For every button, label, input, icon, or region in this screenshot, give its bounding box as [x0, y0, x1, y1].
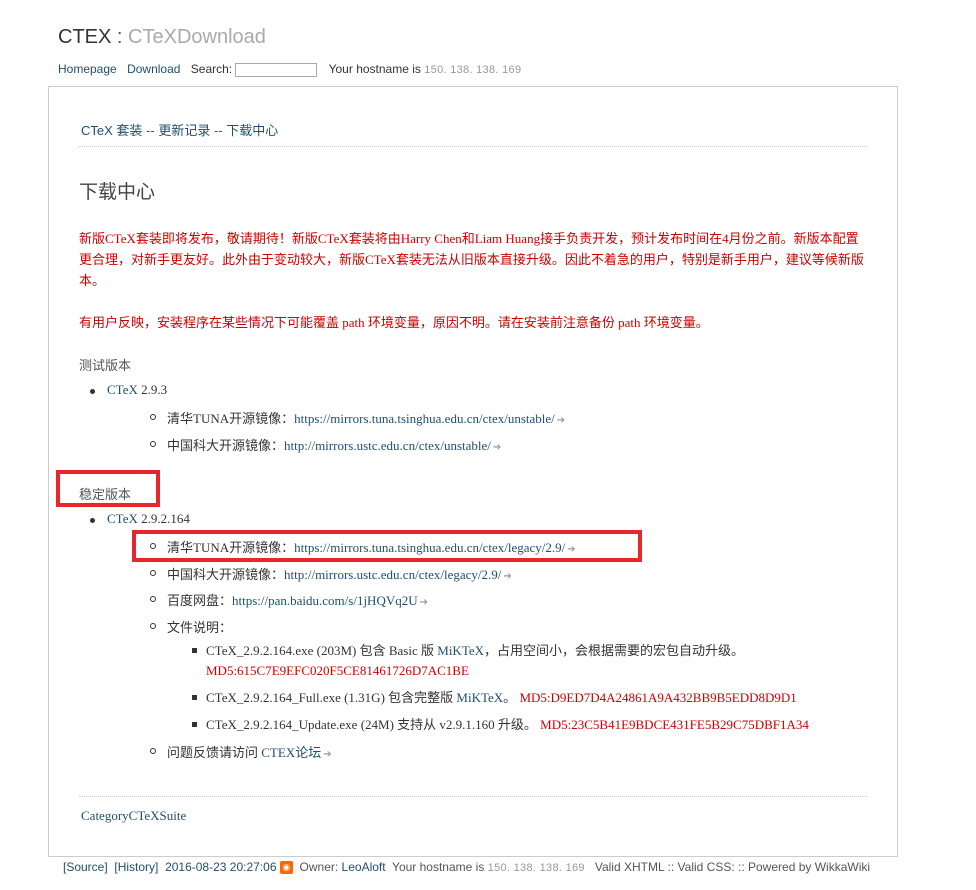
file-item: CTeX_2.9.2.164_Full.exe (1.31G) 包含完整版 Mi…: [192, 688, 846, 715]
md5-hash: MD5:615C7E9EFC020F5CE81461726D7AC1BE: [206, 663, 469, 678]
notice-new-version: 新版CTeX套装即将发布，敬请期待！新版CTeX套装将由Harry Chen和L…: [79, 231, 864, 288]
owner-link[interactable]: LeoAloft: [342, 860, 386, 874]
feedback-list: 问题反馈请访问 CTEX论坛 ➔: [150, 742, 332, 761]
breadcrumb-sep: --: [213, 123, 223, 138]
breadcrumb: CTeX 套装 -- 更新记录 -- 下载中心: [81, 120, 278, 139]
footer: [Source] [History] 2016-08-23 20:27:06 ◉…: [63, 860, 870, 875]
tuna-mirror-link[interactable]: https://mirrors.tuna.tsinghua.edu.cn/cte…: [294, 411, 555, 426]
bullet: [192, 648, 197, 653]
hostname-label: Your hostname is: [328, 62, 421, 76]
search-label: Search:: [190, 62, 233, 76]
list-item: 中国科大开源镜像：http://mirrors.ustc.edu.cn/ctex…: [150, 564, 576, 590]
page-content: CTeX 套装 -- 更新记录 -- 下载中心 下载中心 新版CTeX套装即将发…: [48, 86, 898, 857]
nav-homepage-link[interactable]: Homepage: [58, 62, 117, 76]
stable-version-list: CTeX 2.9.2.164: [90, 511, 190, 527]
page-heading: CTEX : CTeXDownload: [58, 26, 266, 49]
category-link[interactable]: CategoryCTeXSuite: [81, 808, 186, 823]
notice-path-warning: 有用户反映，安装程序在某些情况下可能覆盖 path 环境变量，原因不明。请在安装…: [79, 315, 709, 330]
mirror-label: 中国科大开源镜像：: [167, 438, 285, 453]
list-item: CTeX 2.9.3: [90, 382, 168, 398]
file-desc: CTeX_2.9.2.164.exe (203M) 包含 Basic 版: [206, 643, 438, 658]
baidu-label: 百度网盘：: [167, 593, 233, 608]
file-desc: CTeX_2.9.2.164_Update.exe (24M) 支持从 v2.9…: [206, 717, 537, 732]
breadcrumb-ctex-suite[interactable]: CTeX 套装: [81, 123, 142, 138]
list-item: CTeX 2.9.2.164: [90, 511, 190, 527]
site-header: CTEX : CTeXDownload: [58, 26, 266, 49]
breadcrumb-sep: --: [146, 123, 155, 138]
external-link-icon: ➔: [323, 749, 332, 760]
file-desc-tail: ，占用空间小，会根据需要的宏包自动升级。: [484, 643, 745, 658]
ctex-forum-link[interactable]: CTEX论坛: [261, 745, 321, 760]
files-label: 文件说明：: [167, 620, 233, 635]
miktex-link[interactable]: MiKTeX: [456, 690, 503, 705]
list-item: 中国科大开源镜像：http://mirrors.ustc.edu.cn/ctex…: [150, 435, 565, 454]
test-mirror-list: 清华TUNA开源镜像：https://mirrors.tuna.tsinghua…: [150, 408, 566, 454]
external-link-icon: ➔: [492, 442, 502, 453]
breadcrumb-download-center[interactable]: 下载中心: [226, 123, 278, 138]
divider: [79, 796, 867, 797]
site-name[interactable]: CTEX: [58, 26, 111, 48]
bullet: [192, 722, 197, 727]
miktex-link[interactable]: MiKTeX: [437, 643, 484, 658]
bullet: [150, 570, 156, 576]
bullet: [150, 748, 156, 754]
file-desc-tail: 。: [503, 690, 517, 705]
external-link-icon: ➔: [503, 571, 512, 582]
navbar: Homepage Download Search: Your hostname …: [58, 62, 521, 77]
validation-links[interactable]: Valid XHTML :: Valid CSS: :: Powered by …: [595, 860, 870, 874]
bullet: [150, 441, 156, 447]
list-item: 百度网盘：https://pan.baidu.com/s/1jHQVq2U ➔: [150, 590, 576, 617]
file-item: CTeX_2.9.2.164_Update.exe (24M) 支持从 v2.9…: [192, 715, 846, 735]
bullet: [90, 518, 95, 523]
version: 2.9.3: [141, 382, 168, 397]
external-link-icon: ➔: [419, 597, 429, 608]
list-item: 文件说明：: [150, 617, 576, 643]
feedback-label: 问题反馈请访问: [167, 745, 259, 760]
test-version-heading: 测试版本: [79, 358, 132, 373]
file-list: CTeX_2.9.2.164.exe (203M) 包含 Basic 版 MiK…: [192, 641, 846, 735]
md5-hash: MD5:D9ED7D4A24861A9A432BB9B5EDD8D9D1: [519, 690, 797, 705]
highlight-box-tuna: [132, 530, 642, 562]
file-item: CTeX_2.9.2.164.exe (203M) 包含 Basic 版 MiK…: [192, 641, 846, 688]
title-separator: :: [116, 26, 123, 48]
ctex-link[interactable]: CTeX: [107, 382, 138, 397]
owner-label: Owner:: [299, 860, 339, 874]
page-name[interactable]: CTeXDownload: [128, 26, 266, 48]
bullet: [150, 414, 156, 420]
bullet: [192, 695, 197, 700]
baidu-pan-link[interactable]: https://pan.baidu.com/s/1jHQVq2U: [232, 593, 418, 608]
hostname-ip: 150. 138. 138. 169: [487, 862, 585, 874]
source-link[interactable]: [Source]: [63, 860, 108, 874]
hostname-label: Your hostname is: [392, 860, 485, 874]
ustc-mirror-link[interactable]: http://mirrors.ustc.edu.cn/ctex/unstable…: [284, 438, 491, 453]
revision-timestamp[interactable]: 2016-08-23 20:27:06: [165, 860, 276, 874]
ctex-link[interactable]: CTeX: [107, 511, 138, 526]
rss-icon[interactable]: ◉: [279, 861, 293, 875]
external-link-icon: ➔: [556, 415, 566, 426]
mirror-label: 清华TUNA开源镜像：: [167, 411, 295, 426]
search-input[interactable]: [235, 62, 318, 77]
file-desc: CTeX_2.9.2.164_Full.exe (1.31G) 包含完整版: [206, 690, 457, 705]
list-item: 问题反馈请访问 CTEX论坛 ➔: [150, 742, 332, 761]
history-link[interactable]: [History]: [114, 860, 158, 874]
bullet: [150, 623, 156, 629]
md5-hash: MD5:23C5B41E9BDCE431FE5B29C75DBF1A34: [540, 717, 809, 732]
nav-download-link[interactable]: Download: [127, 62, 180, 76]
list-item: 清华TUNA开源镜像：https://mirrors.tuna.tsinghua…: [150, 408, 566, 435]
version: 2.9.2.164: [141, 511, 190, 526]
page-title: 下载中心: [79, 182, 156, 203]
bullet: [150, 596, 156, 602]
divider: [79, 146, 867, 147]
breadcrumb-changelog[interactable]: 更新记录: [158, 123, 210, 138]
mirror-label: 中国科大开源镜像：: [167, 567, 285, 582]
hostname-ip: 150. 138. 138. 169: [424, 64, 522, 76]
highlight-box-stable: [56, 470, 160, 507]
test-version-list: CTeX 2.9.3: [90, 382, 168, 398]
ustc-mirror-link[interactable]: http://mirrors.ustc.edu.cn/ctex/legacy/2…: [284, 567, 501, 582]
category-area: CategoryCTeXSuite: [81, 808, 186, 824]
bullet: [90, 389, 95, 394]
